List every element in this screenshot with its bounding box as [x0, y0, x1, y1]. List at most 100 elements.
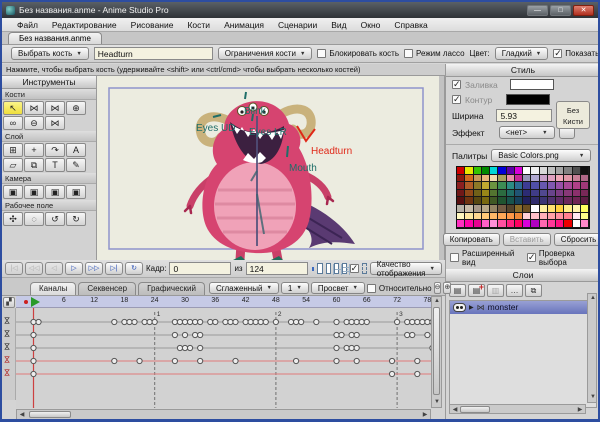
- stroke-checkbox[interactable]: [452, 94, 461, 105]
- timeline-tab-Каналы[interactable]: Каналы: [30, 282, 77, 295]
- timeline-corner-button[interactable]: ▞: [3, 297, 15, 308]
- show-labels-checkbox[interactable]: Показать⋈⋈: [553, 48, 598, 59]
- palette-swatch-4-1[interactable]: [465, 197, 474, 205]
- palette-swatch-3-1[interactable]: [465, 189, 474, 198]
- eyedropper-tool[interactable]: ✎: [66, 158, 86, 172]
- palette-swatch-4-6[interactable]: [506, 197, 515, 205]
- pan-tilt-camera-tool[interactable]: ▣: [66, 185, 86, 199]
- palette-swatch-0-9[interactable]: [531, 167, 540, 175]
- title-bar[interactable]: Без названия.anme - Anime Studio Pro — □…: [2, 2, 598, 18]
- palette-swatch-3-9[interactable]: [531, 189, 540, 198]
- document-tab[interactable]: Без названия.anme: [8, 32, 102, 44]
- lasso-mode-checkbox[interactable]: Режим лассо: [403, 49, 465, 58]
- palette-swatch-5-2[interactable]: [473, 204, 482, 213]
- palette-swatch-4-5[interactable]: [498, 197, 507, 205]
- palette-swatch-7-12[interactable]: [556, 220, 565, 228]
- layout-single-button[interactable]: [317, 263, 323, 274]
- palette-swatch-1-13[interactable]: [564, 174, 573, 183]
- palette-swatch-5-8[interactable]: [523, 204, 532, 213]
- text-tool[interactable]: T: [45, 158, 65, 172]
- track-icon-1[interactable]: ⋈: [3, 330, 12, 338]
- palette-swatch-7-4[interactable]: [490, 220, 499, 228]
- menu-Редактирование[interactable]: Редактирование: [45, 20, 124, 30]
- palette-swatch-0-0[interactable]: [457, 167, 466, 175]
- track-icon-2[interactable]: ⋈: [3, 343, 12, 351]
- palette-swatch-0-15[interactable]: [580, 167, 589, 175]
- palette-swatch-3-0[interactable]: [457, 189, 466, 198]
- bone-name-input[interactable]: [93, 47, 213, 60]
- palette-swatch-4-4[interactable]: [490, 197, 499, 205]
- reparent-bone-tool[interactable]: ⋈: [45, 116, 65, 130]
- palette-swatch-6-15[interactable]: [580, 212, 589, 221]
- menu-Сценарии[interactable]: Сценарии: [271, 20, 324, 30]
- palette-swatch-5-13[interactable]: [564, 204, 573, 213]
- loop-button[interactable]: ↻: [125, 262, 143, 275]
- step-back-button[interactable]: ◁: [45, 262, 63, 275]
- palette-swatch-7-5[interactable]: [498, 220, 507, 228]
- palette-swatch-2-0[interactable]: [457, 182, 466, 190]
- select-bone-dropdown[interactable]: Выбрать кость ▼: [11, 47, 89, 60]
- palette-swatch-1-3[interactable]: [481, 174, 490, 183]
- palette-swatch-7-2[interactable]: [473, 220, 482, 228]
- layer-visibility-icon[interactable]: [453, 302, 466, 312]
- palette-swatch-5-6[interactable]: [506, 204, 515, 213]
- palette-swatch-2-3[interactable]: [481, 182, 490, 190]
- palette-swatch-3-4[interactable]: [490, 189, 499, 198]
- timeline-tab-Графический режим[interactable]: Графический режим: [138, 282, 205, 305]
- palette-swatch-4-13[interactable]: [564, 197, 573, 205]
- palette-swatch-2-10[interactable]: [539, 182, 548, 190]
- bone-label-Headturn[interactable]: Headturn: [311, 146, 352, 157]
- palette-swatch-0-13[interactable]: [564, 167, 573, 175]
- reset-style-button[interactable]: Сбросить: [553, 232, 598, 246]
- layers-hscrollbar[interactable]: ◀ ▶: [449, 404, 586, 414]
- layout-split-v-button[interactable]: [325, 263, 334, 275]
- palette-swatch-2-14[interactable]: [572, 182, 581, 190]
- palette-swatch-2-1[interactable]: [465, 182, 474, 190]
- palette-swatch-0-8[interactable]: [523, 167, 532, 175]
- expand-icon[interactable]: ▶: [469, 304, 474, 311]
- prev-key-button[interactable]: ◁◁: [25, 262, 43, 275]
- palette-swatch-1-1[interactable]: [465, 174, 474, 183]
- palette-swatch-6-6[interactable]: [506, 212, 515, 221]
- track-camera-tool[interactable]: ▣: [3, 185, 23, 199]
- timeline-ruler[interactable]: 6 12 18 24 30 36 42 48 54 60 66 72 78: [16, 296, 431, 308]
- palette-swatch-1-12[interactable]: [556, 174, 565, 183]
- palette-swatch-5-3[interactable]: [481, 204, 490, 213]
- palette-swatch-3-12[interactable]: [556, 189, 565, 198]
- palette-swatch-1-10[interactable]: [539, 174, 548, 183]
- palette-swatch-3-10[interactable]: [539, 189, 548, 198]
- rotate-layer-tool[interactable]: ↷: [45, 143, 65, 157]
- menu-Файл[interactable]: Файл: [10, 20, 45, 30]
- palette-swatch-7-11[interactable]: [547, 220, 556, 228]
- palette-swatch-2-13[interactable]: [564, 182, 573, 190]
- manipulate-bones-tool[interactable]: ⊕: [66, 101, 86, 115]
- palette-swatch-3-13[interactable]: [564, 189, 573, 198]
- palette-swatch-0-10[interactable]: [539, 167, 548, 175]
- palette-swatch-6-8[interactable]: [523, 212, 532, 221]
- menu-Окно[interactable]: Окно: [354, 20, 388, 30]
- total-frames-input[interactable]: [245, 262, 308, 275]
- palettes-dropdown[interactable]: Basic Colors.png ▼: [491, 149, 592, 162]
- palette-swatch-4-3[interactable]: [481, 197, 490, 205]
- palette-swatch-3-14[interactable]: [572, 189, 581, 198]
- palette-swatch-0-2[interactable]: [473, 167, 482, 175]
- palette-swatch-6-5[interactable]: [498, 212, 507, 221]
- add-layer-button[interactable]: ▤ +: [468, 282, 485, 297]
- palette-swatch-2-5[interactable]: [498, 182, 507, 190]
- palette-swatch-5-0[interactable]: [457, 204, 466, 213]
- paste-style-button[interactable]: Вставить: [502, 232, 551, 246]
- palette-swatch-2-7[interactable]: [514, 182, 523, 190]
- palette-swatch-0-12[interactable]: [556, 167, 565, 175]
- fill-checkbox[interactable]: [452, 79, 461, 90]
- bone-label-Blink[interactable]: Blink: [244, 106, 266, 117]
- delete-layer-button[interactable]: ▥: [487, 283, 504, 297]
- palette-swatch-6-7[interactable]: [514, 212, 523, 221]
- palette-swatch-7-7[interactable]: [514, 220, 523, 228]
- palette-swatch-1-14[interactable]: [572, 174, 581, 183]
- palette-swatch-4-8[interactable]: [523, 197, 532, 205]
- palette-swatch-2-2[interactable]: [473, 182, 482, 190]
- palette-swatch-2-8[interactable]: [523, 182, 532, 190]
- layout-quad-button[interactable]: [333, 263, 348, 275]
- fill-color-swatch[interactable]: [509, 79, 554, 90]
- palette-swatch-4-9[interactable]: [531, 197, 540, 205]
